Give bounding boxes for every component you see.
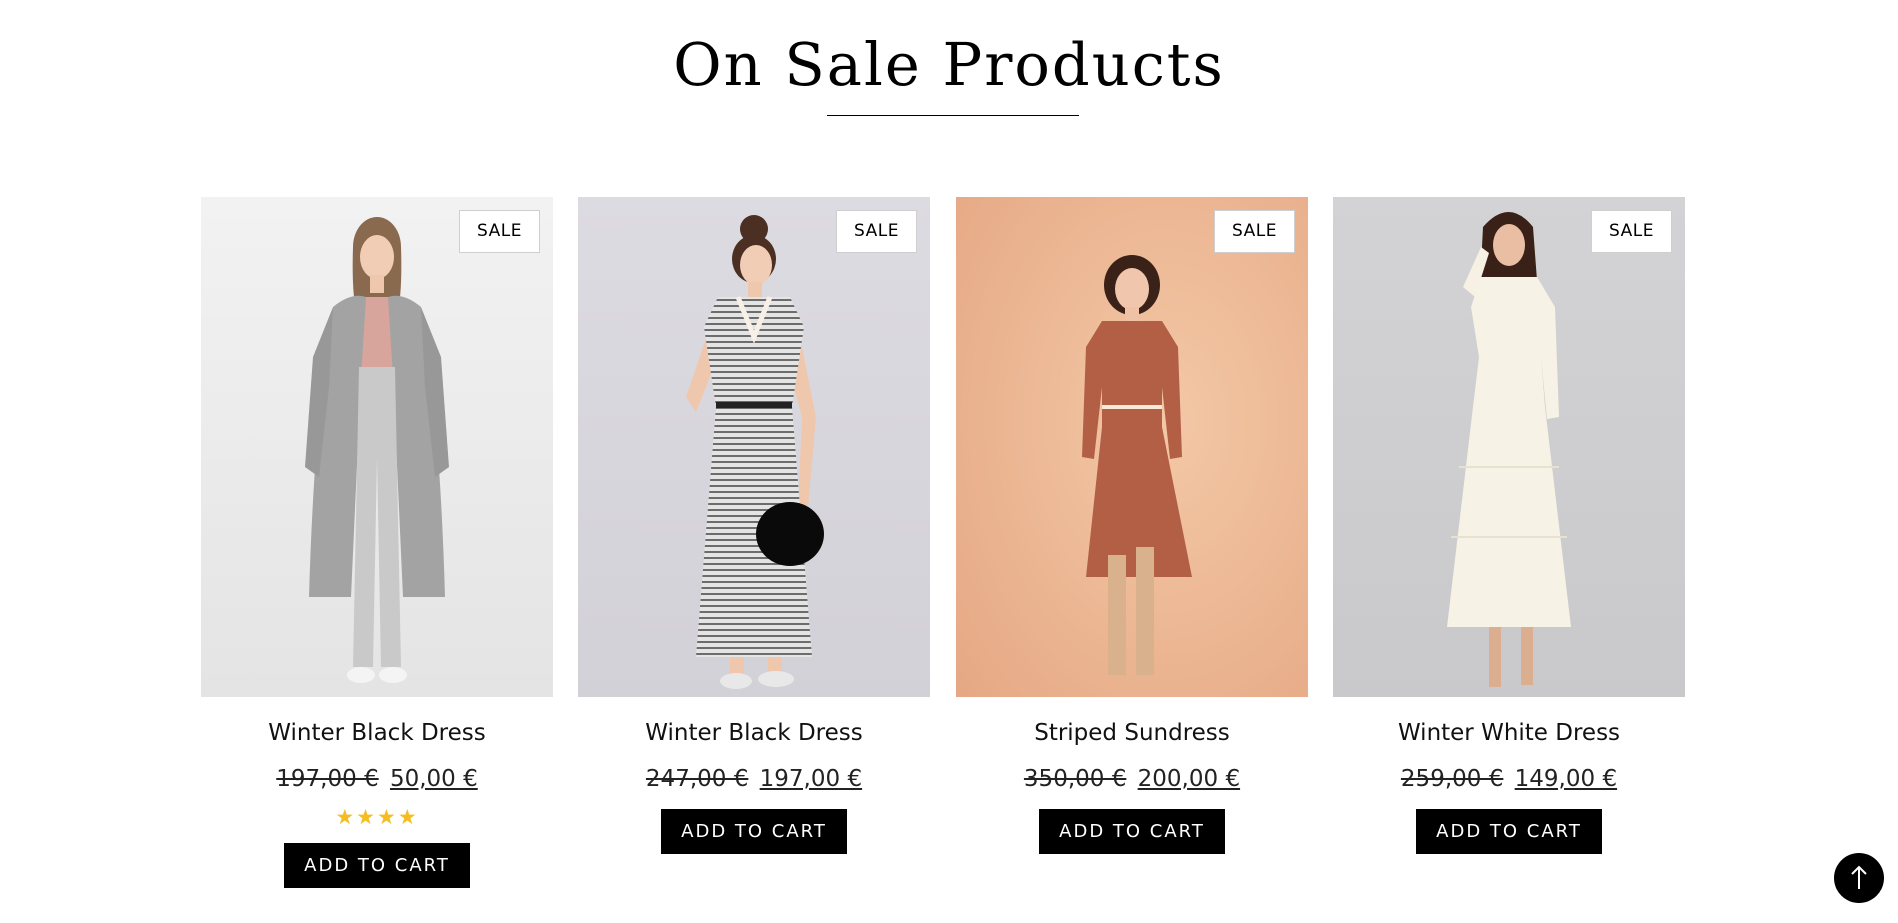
sale-badge: SALE	[836, 210, 917, 253]
add-to-cart-button[interactable]: ADD TO CART	[661, 809, 847, 854]
product-price: 197,00 € 50,00 €	[201, 763, 553, 795]
product-name[interactable]: Winter Black Dress	[578, 717, 930, 749]
product-image[interactable]: SALE	[201, 197, 553, 697]
product-name[interactable]: Winter White Dress	[1333, 717, 1685, 749]
sale-badge: SALE	[1591, 210, 1672, 253]
sale-badge: SALE	[459, 210, 540, 253]
product-price: 259,00 € 149,00 €	[1333, 763, 1685, 795]
product-photo	[956, 197, 1308, 697]
product-price: 350,00 € 200,00 €	[956, 763, 1308, 795]
product-card: SALE Striped Sundress 350,00 € 200,00 € …	[956, 197, 1308, 854]
price-old: 247,00 €	[645, 766, 749, 792]
product-image[interactable]: SALE	[956, 197, 1308, 697]
scroll-to-top-button[interactable]	[1834, 853, 1884, 903]
product-name[interactable]: Winter Black Dress	[201, 717, 553, 749]
product-image[interactable]: SALE	[1333, 197, 1685, 697]
product-card: SALE Winter Black Dress 197,00 € 50,00 €…	[201, 197, 553, 888]
star-rating: ★★★★	[335, 805, 419, 829]
sale-badge: SALE	[1214, 210, 1295, 253]
product-card: SALE Winter Black Dress 247,00 € 197,00 …	[578, 197, 930, 854]
price-new: 50,00 €	[389, 766, 478, 792]
add-to-cart-button[interactable]: ADD TO CART	[1039, 809, 1225, 854]
price-new: 200,00 €	[1137, 766, 1241, 792]
price-old: 197,00 €	[276, 766, 379, 792]
title-underline	[827, 115, 1079, 116]
product-card: SALE Winter White Dress 259,00 € 149,00 …	[1333, 197, 1685, 854]
product-photo	[1333, 197, 1685, 697]
price-old: 259,00 €	[1400, 766, 1504, 792]
price-new: 197,00 €	[759, 766, 863, 792]
product-image[interactable]: SALE	[578, 197, 930, 697]
add-to-cart-button[interactable]: ADD TO CART	[284, 843, 470, 888]
price-old: 350,00 €	[1023, 766, 1127, 792]
product-name[interactable]: Striped Sundress	[956, 717, 1308, 749]
price-new: 149,00 €	[1514, 766, 1618, 792]
product-photo	[578, 197, 930, 697]
section-title: On Sale Products	[673, 30, 1225, 99]
product-photo	[201, 197, 553, 697]
arrow-up-icon	[1851, 865, 1867, 889]
add-to-cart-button[interactable]: ADD TO CART	[1416, 809, 1602, 854]
product-price: 247,00 € 197,00 €	[578, 763, 930, 795]
